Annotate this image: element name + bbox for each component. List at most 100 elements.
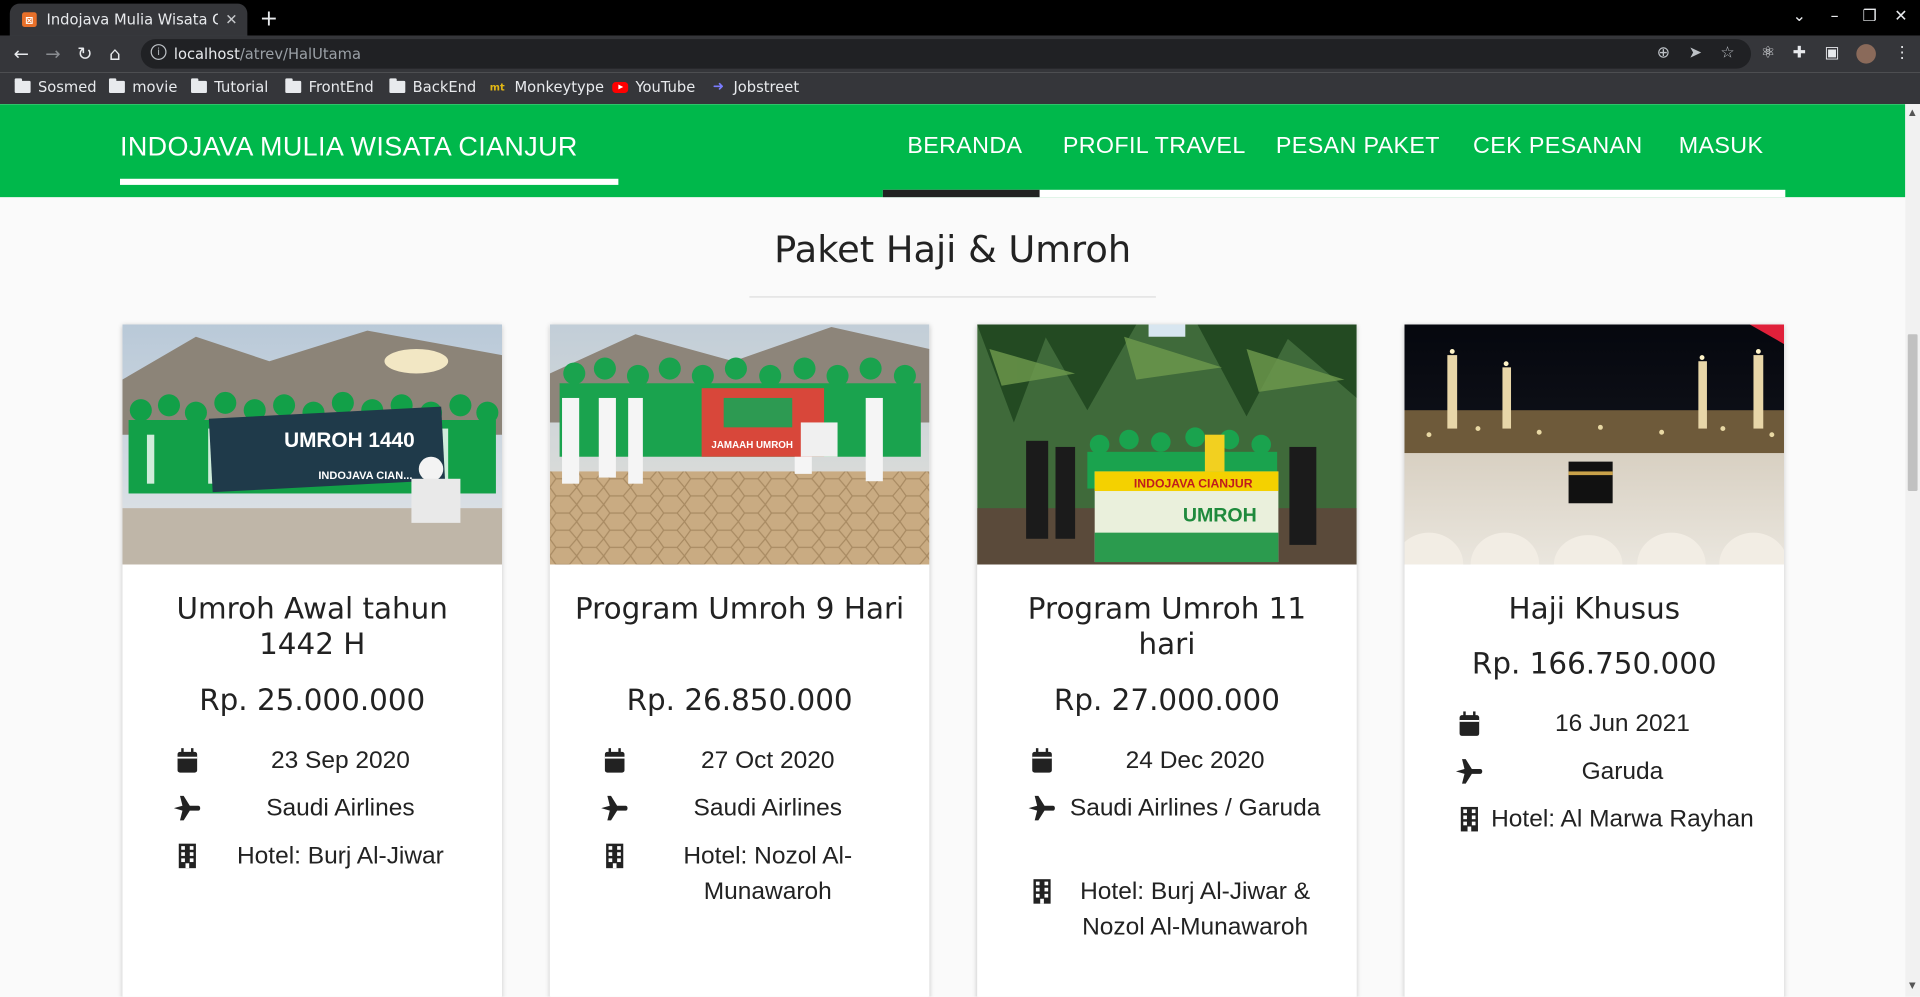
bookmark-label: Tutorial <box>214 78 269 96</box>
send-icon[interactable]: ➤ <box>1689 44 1702 62</box>
url-path: /atrev/HalUtama <box>239 45 361 63</box>
package-hotel: Hotel: Nozol Al-Munawaroh <box>683 842 853 905</box>
site-brand[interactable]: INDOJAVA MULIA WISATA CIANJUR <box>120 131 578 163</box>
package-card[interactable]: JAMAAH UMROH Program Umroh 9 Hari Rp. 26… <box>549 324 930 997</box>
bookmark-label: Jobstreet <box>733 78 800 96</box>
page-scrollbar[interactable]: ▲ ▼ <box>1905 104 1920 997</box>
minimize-icon[interactable]: – <box>1831 7 1839 25</box>
package-card[interactable]: INDOJAVA CIANJUR UMROH Program Umroh 11 … <box>977 324 1357 997</box>
browser-tab[interactable]: ⊠ Indojava Mulia Wisata Cia ✕ <box>9 3 248 36</box>
package-date: 23 Sep 2020 <box>270 746 410 774</box>
package-hotel: Hotel: Al Marwa Rayhan <box>1491 805 1754 833</box>
bookmark-item[interactable]: ➜ Jobstreet <box>713 78 799 95</box>
package-card[interactable]: UMROH 1440 INDOJAVA CIAN... Umroh Awal t… <box>122 324 503 997</box>
restore-icon[interactable]: ❐ <box>1862 7 1876 25</box>
package-date-row: 24 Dec 2020 <box>1026 743 1332 779</box>
plane-icon <box>171 795 203 822</box>
scroll-up-icon[interactable]: ▲ <box>1909 108 1916 118</box>
banner-text: UMROH 1440 <box>284 429 415 452</box>
home-icon[interactable]: ⌂ <box>109 43 121 65</box>
close-tab-icon[interactable]: ✕ <box>225 11 237 28</box>
package-airline-row: Garuda <box>1453 754 1759 790</box>
bookmark-item[interactable]: FrontEnd <box>285 78 374 96</box>
bookmark-label: BackEnd <box>412 78 477 96</box>
nav-link-masuk[interactable]: MASUK <box>1679 133 1764 160</box>
package-date: 24 Dec 2020 <box>1125 746 1265 774</box>
menu-kebab-icon[interactable]: ⋮ <box>1894 44 1910 62</box>
scroll-down-icon[interactable]: ▼ <box>1909 981 1916 991</box>
bookmark-item[interactable]: movie <box>108 78 178 96</box>
nav-link-beranda[interactable]: BERANDA <box>907 133 1022 160</box>
youtube-icon <box>612 81 629 93</box>
package-hotel-row: Hotel: Burj Al-Jiwar <box>171 839 477 875</box>
scrollbar-thumb[interactable] <box>1907 334 1918 492</box>
package-hotel: Hotel: Burj Al-Jiwar & Nozol Al-Munawaro… <box>1080 877 1311 941</box>
tab-search-icon[interactable]: ⌄ <box>1793 7 1806 25</box>
xampp-favicon-icon: ⊠ <box>22 12 37 27</box>
package-airline: Saudi Airlines <box>693 794 842 822</box>
package-airline: Garuda <box>1581 757 1664 785</box>
package-price: Rp. 26.850.000 <box>626 683 853 718</box>
browser-tab-bar: ⊠ Indojava Mulia Wisata Cia ✕ + ⌄ – ❐ ✕ <box>0 0 1920 36</box>
browser-toolbar: ← → ↻ ⌂ i localhost/atrev/HalUtama ⊕ ➤ ☆… <box>0 35 1920 73</box>
close-window-icon[interactable]: ✕ <box>1894 7 1907 25</box>
package-price: Rp. 25.000.000 <box>199 683 426 718</box>
folder-icon <box>389 78 406 94</box>
package-hotel-row: Hotel: Nozol Al-Munawaroh <box>599 839 905 910</box>
bookmark-item[interactable]: BackEnd <box>389 78 477 96</box>
zoom-icon[interactable]: ⊕ <box>1657 44 1670 62</box>
side-panel-icon[interactable]: ▣ <box>1824 44 1839 62</box>
bookmark-label: Sosmed <box>37 78 97 96</box>
package-photo[interactable]: UMROH 1440 INDOJAVA CIAN... <box>122 324 503 565</box>
calendar-icon <box>599 747 631 774</box>
package-date: 16 Jun 2021 <box>1555 710 1690 738</box>
building-icon <box>171 842 203 869</box>
building-icon <box>599 842 631 869</box>
package-date: 27 Oct 2020 <box>701 746 835 774</box>
extensions-puzzle-icon[interactable]: ✚ <box>1793 44 1806 62</box>
bookmark-item[interactable]: mt Monkeytype <box>490 78 604 95</box>
package-airline-row: Saudi Airlines <box>599 791 905 827</box>
package-airline: Saudi Airlines <box>266 794 415 822</box>
bookmark-item[interactable]: YouTube <box>612 78 695 96</box>
extension-react-icon[interactable]: ⚛ <box>1761 44 1775 62</box>
folder-icon <box>14 78 31 94</box>
package-date-row: 23 Sep 2020 <box>171 743 477 779</box>
package-airline-row: Saudi Airlines / Garuda <box>1026 791 1332 827</box>
site-navbar: INDOJAVA MULIA WISATA CIANJUR BERANDA PR… <box>0 104 1906 198</box>
page-viewport: INDOJAVA MULIA WISATA CIANJUR BERANDA PR… <box>0 104 1906 997</box>
bookmark-star-icon[interactable]: ☆ <box>1720 44 1734 62</box>
package-title: Umroh Awal tahun 1442 H <box>176 591 448 662</box>
forward-icon[interactable]: → <box>45 43 60 65</box>
reload-icon[interactable]: ↻ <box>77 43 92 65</box>
calendar-icon <box>171 747 203 774</box>
package-photo[interactable]: JAMAAH UMROH <box>549 324 930 565</box>
url-text[interactable]: localhost/atrev/HalUtama <box>174 45 361 62</box>
back-icon[interactable]: ← <box>13 43 28 65</box>
folder-icon <box>285 78 302 94</box>
calendar-icon <box>1026 747 1058 774</box>
package-title: Program Umroh 9 Hari <box>574 591 905 626</box>
site-info-icon[interactable]: i <box>150 44 167 61</box>
package-photo[interactable] <box>1404 324 1785 565</box>
bookmark-label: FrontEnd <box>308 78 374 96</box>
nav-link-cek-pesanan[interactable]: CEK PESANAN <box>1473 133 1643 160</box>
bookmarks-bar: Sosmed movie Tutorial FrontEnd BackEnd m… <box>0 72 1920 105</box>
package-airline: Saudi Airlines / Garuda <box>1069 794 1321 822</box>
bookmark-item[interactable]: Tutorial <box>191 78 269 96</box>
new-tab-button[interactable]: + <box>260 6 278 32</box>
address-bar[interactable]: i localhost/atrev/HalUtama ⊕ ➤ ☆ <box>140 39 1752 69</box>
jobstreet-icon: ➜ <box>712 78 724 95</box>
calendar-icon <box>1453 710 1485 737</box>
nav-link-pesan-paket[interactable]: PESAN PAKET <box>1276 133 1440 160</box>
url-host: localhost <box>173 45 240 63</box>
folder-icon <box>191 78 207 94</box>
package-hotel-row: Hotel: Burj Al-Jiwar & Nozol Al-Munawaro… <box>1026 874 1332 945</box>
bookmark-label: movie <box>132 78 178 96</box>
package-photo[interactable]: INDOJAVA CIANJUR UMROH <box>977 324 1357 565</box>
profile-avatar[interactable] <box>1856 44 1876 64</box>
nav-link-profil-travel[interactable]: PROFIL TRAVEL <box>1063 133 1246 160</box>
bookmark-item[interactable]: Sosmed <box>14 78 97 96</box>
package-date-row: 16 Jun 2021 <box>1453 707 1759 743</box>
package-card[interactable]: Haji Khusus Rp. 166.750.000 16 Jun 2021 … <box>1404 324 1785 997</box>
